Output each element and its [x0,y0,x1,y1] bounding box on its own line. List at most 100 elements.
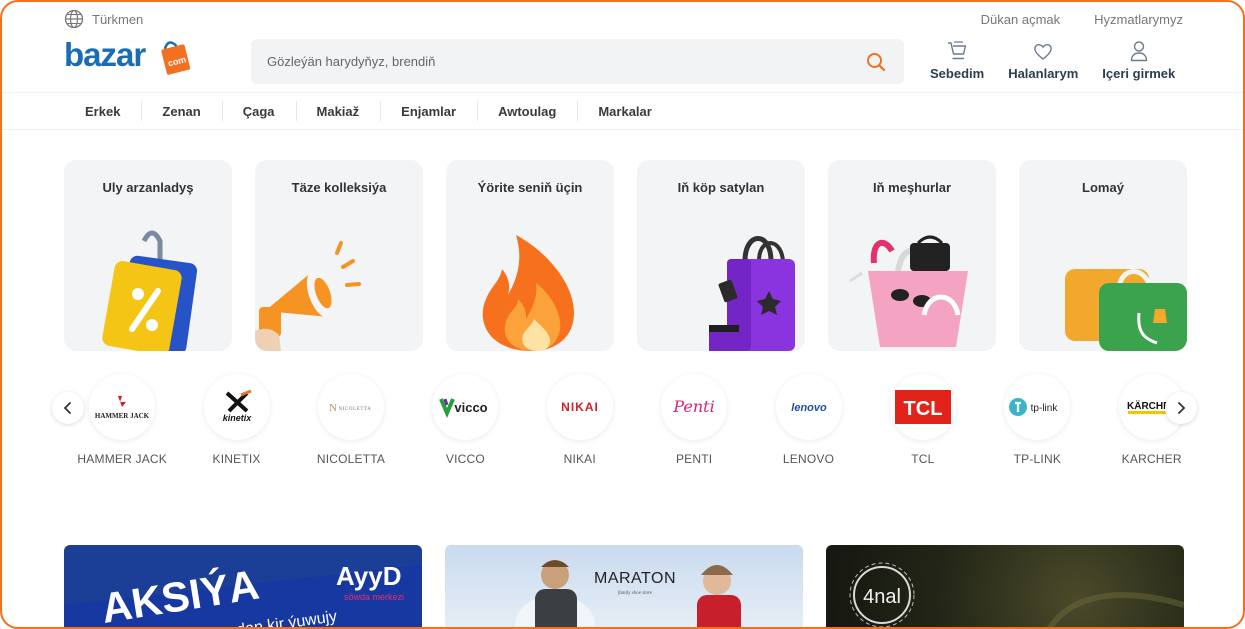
nav-item-caga[interactable]: Çaga [221,100,296,121]
carousel-prev-button[interactable] [52,392,84,424]
banner-brand: MARATON [594,570,676,587]
services-link[interactable]: Hyzmatlarymyz [1094,12,1183,27]
svg-text:NIKAI: NIKAI [561,400,599,414]
favorites-button[interactable]: Halanlarym [1008,40,1078,81]
brand-item-tcl[interactable]: TCL TCL [866,374,980,466]
brand-logo: vicco [432,374,499,440]
svg-text:vicco: vicco [455,400,488,415]
brand-item-hammer-jack[interactable]: HAMMER JACK HAMMER JACK [65,374,179,466]
svg-text:NICOLETTA: NICOLETTA [338,407,371,412]
purple-bag-icon [709,236,795,351]
brand-logo: N NICOLETTA [317,374,384,440]
user-icon [1130,41,1147,62]
nav-item-awtoulag[interactable]: Awtoulag [477,100,577,121]
brand-name: NICOLETTA [316,452,386,466]
banner-brand: AyyD [336,561,402,591]
chevron-right-icon [1178,402,1186,414]
brand-item-vicco[interactable]: vicco VICCO [408,374,522,466]
open-shop-link[interactable]: Dükan açmak [981,12,1060,27]
pink-bag-icon [849,235,968,347]
brand-name: TP-LINK [1013,452,1062,466]
brand-name: NIKAI [563,452,596,466]
card-title: Täze kolleksiýa [291,180,387,195]
category-nav: Erkek Zenan Çaga Makiaž Enjamlar Awtoula… [64,93,673,129]
brand-item-karcher[interactable]: KÄRCHER KARCHER [1095,374,1209,466]
brand-name: KINETIX [212,452,261,466]
chevron-left-icon [63,402,71,414]
page-frame: Türkmen Dükan açmak Hyzmatlarymyz bazar … [0,0,1245,629]
card-new-collection[interactable]: Täze kolleksiýa [255,160,423,351]
brand-list: HAMMER JACK HAMMER JACK kinetix KINETIX … [65,374,1209,466]
shopping-bags-icon [1065,255,1187,351]
language-selector[interactable]: Türkmen [64,9,143,29]
promo-banners: AKSIÝA AyyD söwda merkezi ...dan kir ýuw… [64,545,1184,627]
banner-4nal[interactable]: 4nal [826,545,1184,627]
brand-item-lenovo[interactable]: lenovo LENOVO [751,374,865,466]
card-title: Lomaý [1082,180,1124,195]
top-strip: Türkmen Dükan açmak Hyzmatlarymyz [64,8,1183,30]
card-title: Iň meşhurlar [872,180,952,195]
brand-logo: lenovo [775,374,842,440]
brand-item-tp-link[interactable]: tp-link TP-LINK [980,374,1094,466]
carousel-next-button[interactable] [1165,392,1197,424]
svg-text:HAMMER JACK: HAMMER JACK [95,412,150,420]
brand-name: PENTI [675,452,713,466]
cart-icon [948,41,967,60]
search-input[interactable] [267,54,864,69]
banner-maraton[interactable]: MARATON family shoe store [445,545,803,627]
search-icon [867,52,886,71]
card-big-discount[interactable]: Uly arzanladyş [64,160,232,351]
card-most-popular[interactable]: Iň meşhurlar [828,160,996,351]
favorites-label: Halanlarym [1008,66,1079,81]
heart-icon [1034,43,1053,60]
nav-item-zenan[interactable]: Zenan [141,100,221,121]
card-wholesale[interactable]: Lomaý [1019,160,1187,351]
nav-item-makiaz[interactable]: Makiaž [295,100,381,121]
brand-logo: Penti [661,374,728,440]
banner-brand: 4nal [863,586,901,608]
promo-cards: Uly arzanladyş Täze kolleksiýa Ýörite se… [64,160,1187,351]
banner-aksiya[interactable]: AKSIÝA AyyD söwda merkezi ...dan kir ýuw… [64,545,422,627]
login-button[interactable]: Içeri girmek [1102,40,1175,81]
brand-name: VICCO [445,452,485,466]
card-special-for-you[interactable]: Ýörite seniň üçin [446,160,614,351]
brand-logo: HAMMER JACK [89,374,156,440]
svg-text:lenovo: lenovo [791,402,827,414]
nav-item-erkek[interactable]: Erkek [64,104,141,119]
brand-logo: NIKAI [546,374,613,440]
brand-logo: TCL [889,374,956,440]
search-bar [251,39,904,84]
nav-item-markalar[interactable]: Markalar [577,100,672,121]
login-label: Içeri girmek [1102,66,1176,81]
site-logo[interactable]: bazar com [64,36,194,86]
cart-button[interactable]: Sebedim [930,40,984,81]
nav-item-enjamlar[interactable]: Enjamlar [380,100,477,121]
brand-item-nikai[interactable]: NIKAI NIKAI [523,374,637,466]
banner-sub: family shoe store [618,591,653,596]
search-button[interactable] [864,50,888,74]
globe-icon [64,9,84,29]
brand-item-kinetix[interactable]: kinetix KINETIX [179,374,293,466]
svg-text:TCL: TCL [903,398,942,420]
card-title: Iň köp satylan [677,180,765,195]
nav-divider [2,129,1243,130]
language-label: Türkmen [92,11,144,27]
svg-text:kinetix: kinetix [222,413,252,423]
brand-item-penti[interactable]: Penti PENTI [637,374,751,466]
logo-text: bazar [64,36,146,73]
card-title: Uly arzanladyş [102,180,194,195]
cart-label: Sebedim [930,66,985,81]
header-actions: Sebedim Halanlarym Içeri girmek [930,40,1175,81]
svg-text:Penti: Penti [672,397,714,416]
banner-sub: söwda merkezi [344,592,404,602]
brand-item-nicoletta[interactable]: N NICOLETTA NICOLETTA [294,374,408,466]
card-title: Ýörite seniň üçin [477,180,583,195]
brand-logo: kinetix [203,374,270,440]
brand-carousel: HAMMER JACK HAMMER JACK kinetix KINETIX … [52,374,1197,466]
brand-name: KARCHER [1121,452,1182,466]
card-best-sellers[interactable]: Iň köp satylan [637,160,805,351]
fire-icon [482,235,574,351]
svg-text:N: N [329,402,337,414]
brand-name: LENOVO [782,452,835,466]
megaphone-icon [255,241,361,351]
